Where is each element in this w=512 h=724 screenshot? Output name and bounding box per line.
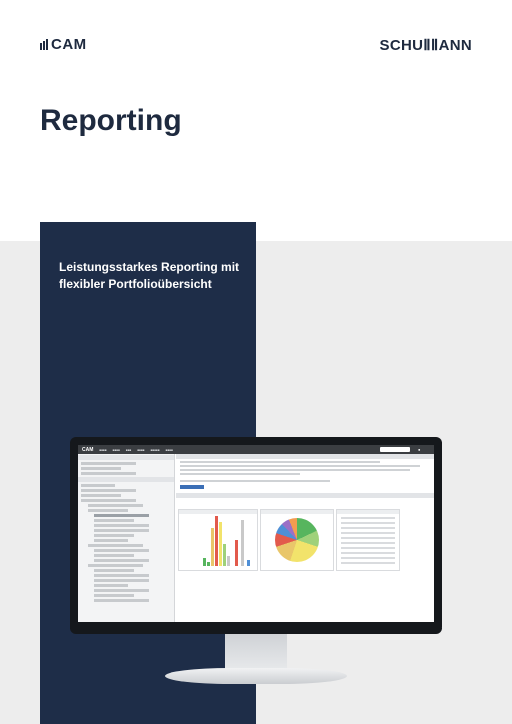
- monitor-base: [165, 668, 347, 684]
- table-panel: [336, 509, 400, 571]
- cam-logo-text: CAM: [51, 36, 87, 53]
- bar-chart-panel: [178, 509, 258, 571]
- pie-chart-panel: [260, 509, 334, 571]
- page-title: Reporting: [40, 104, 182, 137]
- monitor: CAM ■■■■ ■■■■ ■■■ ■■■■ ■■■■■ ■■■■ ●: [70, 437, 442, 633]
- monitor-screen: CAM ■■■■ ■■■■ ■■■ ■■■■ ■■■■■ ■■■■ ●: [78, 445, 434, 622]
- app-button: [180, 485, 204, 489]
- app-search-input: [380, 447, 410, 452]
- app-topbar: CAM ■■■■ ■■■■ ■■■ ■■■■ ■■■■■ ■■■■ ●: [78, 445, 434, 454]
- cam-logo: CAM: [40, 36, 87, 53]
- app-sidebar: [78, 454, 175, 622]
- app-menu: ■■■■ ■■■■ ■■■ ■■■■ ■■■■■ ■■■■: [99, 447, 173, 452]
- schumann-logo: SCHUⅡⅡANN: [379, 37, 472, 54]
- subtitle: Leistungsstarkes Reporting mit flexibler…: [59, 260, 240, 291]
- monitor-stand: [225, 634, 287, 670]
- user-icon: ●: [418, 447, 421, 452]
- app-main: [176, 454, 434, 622]
- cam-logo-bars-icon: [40, 39, 48, 50]
- pie-chart: [275, 518, 319, 562]
- app-logo: CAM: [82, 446, 94, 453]
